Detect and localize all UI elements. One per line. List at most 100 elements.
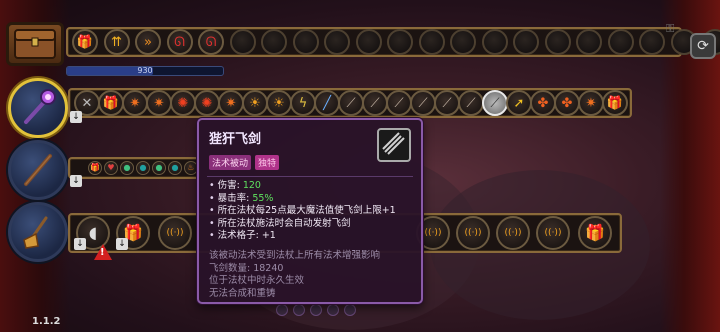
spell-slot[interactable]: ● [136,161,150,175]
signal-icon: ((·)) [504,227,522,238]
double-chevron-icon: » [144,34,152,50]
sun-rune-icon: ☀ [249,95,261,111]
indicator-dot [344,304,356,316]
empty-slot[interactable] [513,29,539,55]
wand-slot-2[interactable] [8,140,68,200]
cross-sword-icon: ✕ [81,95,93,111]
red-dragon-icon: ᘏ [174,34,185,50]
empty-slot[interactable] [481,29,508,55]
empty-slot[interactable] [576,29,602,55]
refresh-icon: ⟳ [697,38,709,54]
indicator-dot [293,304,305,316]
spell-slot[interactable]: ✤ [530,90,556,116]
gift-box-icon: 🎁 [90,163,100,172]
spell-slot[interactable]: ⇈ [103,29,130,55]
spell-tag: 法术被动 [209,155,252,170]
empty-slot[interactable] [324,29,350,55]
spell-slot[interactable]: 🎁 [72,29,98,55]
spell-slot[interactable]: ● [120,161,134,175]
sword-slash-icon: ⟋ [346,95,356,111]
spell-slot[interactable]: ⟋ [386,90,412,116]
refresh-button[interactable]: ⟳ [690,33,716,59]
sword-slash-icon: ⟋ [370,95,380,111]
warning-icon: ! [94,244,112,260]
spell-slot[interactable]: ✷ [122,90,148,116]
spell-slot[interactable]: 🎁 [98,90,124,116]
empty-slot[interactable] [292,29,319,55]
spell-slot[interactable]: ☀ [242,90,268,116]
spell-slot[interactable]: ᘏ [166,29,193,55]
flame-swirl-icon: ✺ [177,95,189,111]
fire-sparks-icon: ✷ [225,95,237,111]
spell-slot[interactable]: ✷ [218,90,244,116]
chest-icon [14,29,56,59]
fire-sparks-icon: ✷ [585,95,597,111]
signal-icon: ((·)) [166,227,184,238]
download-badge: ↓ [70,111,82,123]
spell-slot[interactable]: ● [152,161,166,175]
empty-slot[interactable] [229,29,256,55]
spell-slot[interactable]: ⟋ [458,90,484,116]
spell-slot[interactable]: 🎁 [578,216,612,250]
stat-line: • 所在法杖每25点最大魔法值使飞剑上限+1 [209,205,396,216]
spell-slot[interactable]: ᘏ [198,29,224,55]
empty-slot[interactable] [607,29,634,55]
spell-slot[interactable]: ♥ [104,161,118,175]
spell-slot[interactable]: ((·)) [158,216,192,250]
spell-slot[interactable]: ♨ [184,161,198,175]
empty-slot[interactable] [387,29,413,55]
red-dragon-icon: ᘏ [205,34,217,50]
spell-slot[interactable]: ⟋ [434,90,460,116]
version-label: 1.1.2 [32,316,61,327]
signal-icon: ((·)) [464,227,482,238]
spell-slot[interactable]: ((·)) [456,216,490,250]
spell-slot[interactable]: ☀ [266,90,292,116]
download-badge: ↓ [116,238,128,250]
spell-slot[interactable]: ➚ [506,90,532,116]
spell-slot[interactable]: ((·)) [496,216,530,250]
spell-slot[interactable]: 🎁 [88,161,102,175]
spell-stats: • 伤害: 120 • 暴击率: 55% • 所在法杖每25点最大魔法值使飞剑上限+1… [209,180,413,243]
tri-flame-icon: ✤ [537,95,549,111]
flame-icon: ♨ [187,163,195,172]
brown-staff-icon [24,154,52,186]
gift-box-icon: 🎁 [585,223,605,242]
spell-slot[interactable]: ✺ [170,90,196,116]
stat-line: • 伤害: 120 [209,180,261,191]
spell-slot[interactable]: ● [168,161,182,175]
wand-slot-1[interactable] [8,78,68,138]
spell-description: 该被动法术受到法杖上所有法术增强影响 飞剑数量: 18240 位于法杖中时永久生… [209,250,413,300]
selected-sword-icon: ⟋ [490,95,500,111]
empty-slot[interactable] [355,29,382,55]
inventory-chest-button[interactable] [6,22,64,66]
spell-slot[interactable]: ((·)) [536,216,570,250]
spell-slot[interactable]: 🎁 [602,90,628,116]
empty-slot[interactable] [639,29,665,55]
sun-rune-icon: ☀ [273,95,285,111]
signal-icon: ((·)) [544,227,562,238]
spell-slot[interactable]: ✷ [578,90,604,116]
arrow-up-icon: ➚ [513,95,525,111]
spell-slot[interactable]: ✤ [554,90,580,116]
empty-slot[interactable] [450,29,476,55]
spell-slot[interactable]: ╱ [314,90,340,116]
spell-tag: 独特 [255,155,280,170]
orb-teal-icon: ● [139,163,147,172]
spell-slot[interactable]: ✺ [194,90,220,116]
spell-slot[interactable]: ⟋ [410,90,436,116]
spell-slot[interactable]: ⟋ [362,90,388,116]
spell-slot[interactable]: ⟋ [482,90,508,116]
description-line: 飞剑数量: 18240 [209,262,284,274]
gift-box-icon: 🎁 [606,95,624,111]
spell-slot[interactable]: » [135,29,161,55]
spell-tooltip: 狴犴飞剑 法术被动 独特 • 伤害: 120 • 暴击率: 55% • 所在法杖每25… [197,118,423,304]
spell-slot[interactable]: ϟ [290,90,316,116]
empty-slot[interactable] [261,29,287,55]
spell-slot[interactable]: ✷ [146,90,172,116]
orb-green-icon: ● [123,163,131,172]
spell-slot[interactable]: ⟋ [338,90,364,116]
empty-slot[interactable] [544,29,571,55]
empty-slot[interactable] [418,29,445,55]
blue-staff-icon: ╱ [323,95,331,111]
wand-slot-3[interactable] [8,202,68,262]
